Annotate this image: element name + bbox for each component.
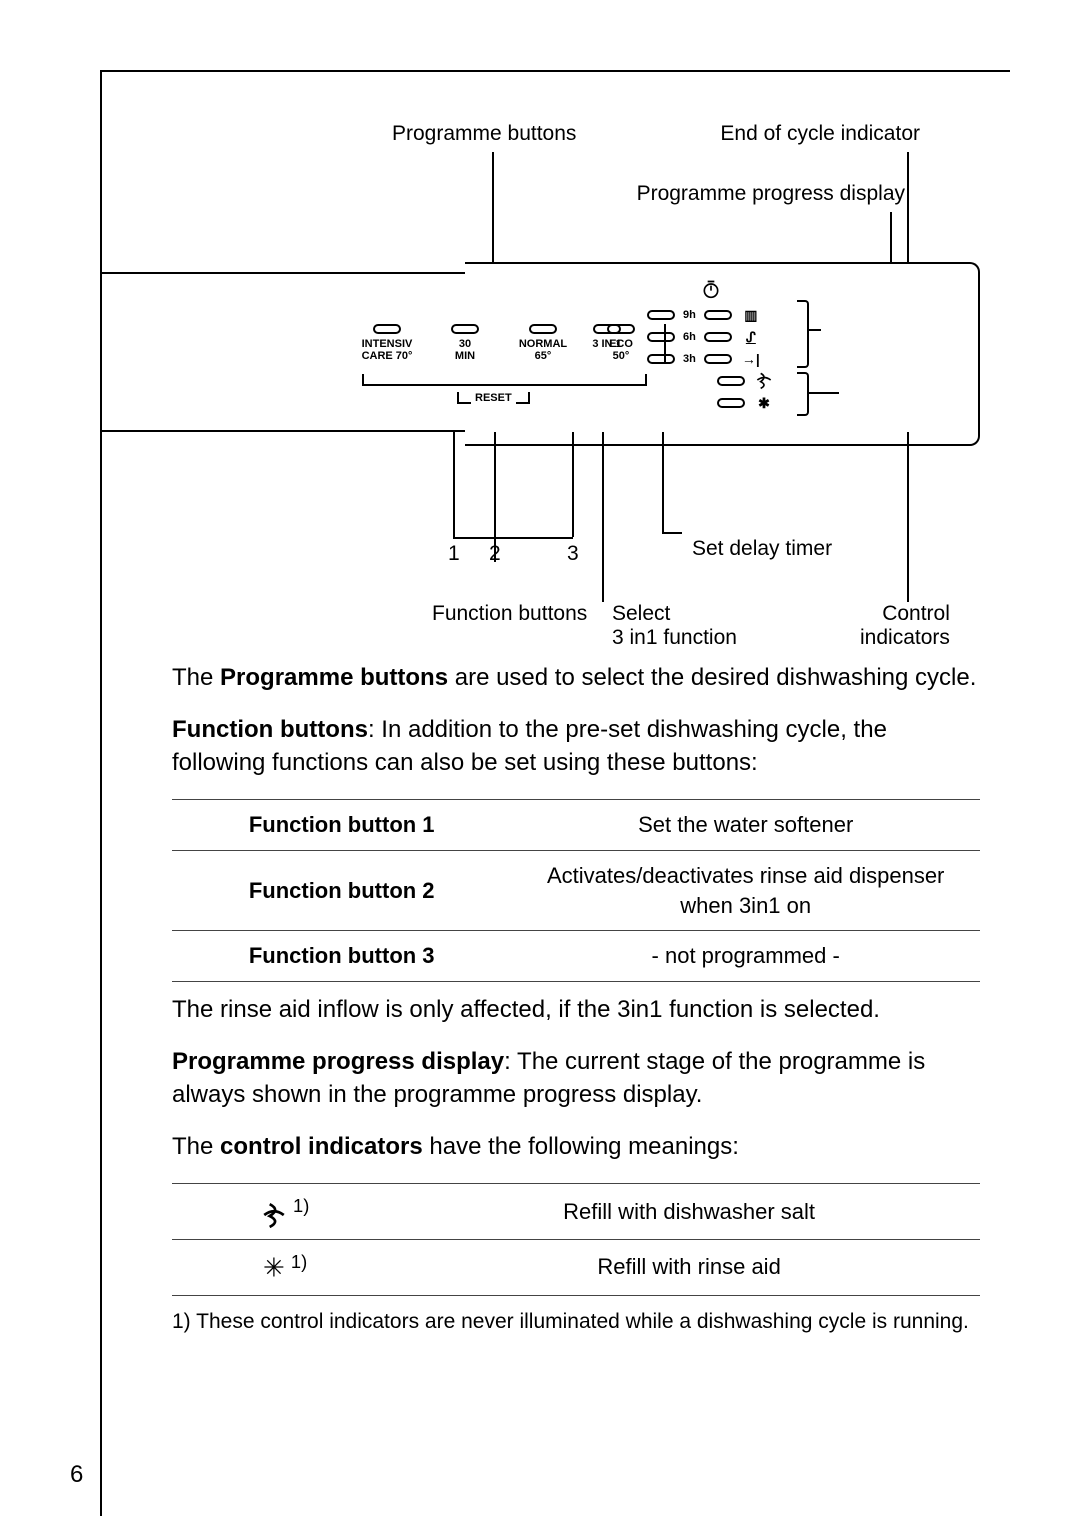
snow-icon: ✳ xyxy=(263,1252,285,1282)
text: have the following meanings: xyxy=(423,1133,739,1160)
table-row: Function button 3 - not programmed - xyxy=(172,931,980,982)
reset-label: RESET xyxy=(475,392,512,404)
footnote-ref: 1) xyxy=(293,1195,309,1216)
bold-text: Programme progress display xyxy=(172,1048,504,1075)
prog-label: NORMAL xyxy=(519,338,567,350)
footnote-ref: 1) xyxy=(291,1251,307,1272)
fn-number: 1 xyxy=(448,542,460,566)
button-pill-icon xyxy=(451,324,479,334)
arrow-icon: →| xyxy=(740,351,762,367)
steam-icon: ᔑ xyxy=(740,329,762,346)
prog-btn-normal: NORMAL 65° xyxy=(513,324,573,362)
text: are used to select the desired dishwashi… xyxy=(448,664,976,691)
prog-label: INTENSIV xyxy=(362,338,413,350)
prog-sublabel: CARE 70° xyxy=(362,350,413,362)
prog-btn-3in1: 3 IN 1 xyxy=(577,324,637,350)
label-function-buttons: Function buttons xyxy=(432,602,587,626)
indicator-desc: Refill with dishwasher salt xyxy=(398,1184,980,1239)
button-pill-icon xyxy=(373,324,401,334)
delay-label: 6h xyxy=(683,331,696,343)
salt-icon xyxy=(261,1201,293,1226)
bars-icon: ▥ xyxy=(740,307,762,324)
fn-desc: Activates/deactivates rinse aid dispense… xyxy=(511,850,980,930)
indicator-icon-cell: 1) xyxy=(172,1184,398,1239)
label-programme-buttons: Programme buttons xyxy=(392,122,576,146)
text: The xyxy=(172,1133,220,1160)
footnote: 1) These control indicators are never il… xyxy=(172,1308,980,1336)
paragraph-programme-buttons: The Programme buttons are used to select… xyxy=(172,662,980,694)
fn-name: Function button 2 xyxy=(172,850,511,930)
function-button-table: Function button 1 Set the water softener… xyxy=(172,799,980,982)
indicator-column: 9h ▥ 6h ᔑ 3h →| ✱ xyxy=(647,279,775,414)
delay-label: 3h xyxy=(683,353,696,365)
table-row: Function button 1 Set the water softener xyxy=(172,800,980,851)
salt-icon xyxy=(753,370,775,393)
label-control-indicators: Control indicators xyxy=(860,602,950,650)
page-number: 6 xyxy=(70,1461,83,1489)
paragraph-progress-display: Programme progress display: The current … xyxy=(172,1046,980,1111)
prog-sublabel: 50° xyxy=(613,350,630,362)
button-pill-icon xyxy=(593,324,621,334)
delay-label: 9h xyxy=(683,309,696,321)
table-row: 1) Refill with dishwasher salt xyxy=(172,1184,980,1239)
button-pill-icon xyxy=(529,324,557,334)
paragraph-function-buttons: Function buttons: In addition to the pre… xyxy=(172,714,980,779)
prog-sublabel: 65° xyxy=(535,350,552,362)
fn-desc: - not programmed - xyxy=(511,931,980,982)
bold-text: Function buttons xyxy=(172,716,368,743)
bold-text: control indicators xyxy=(220,1133,423,1160)
fn-number: 3 xyxy=(567,542,579,566)
paragraph-control-indicators: The control indicators have the followin… xyxy=(172,1131,980,1163)
fn-number: 2 xyxy=(489,542,501,566)
prog-btn-intensiv: INTENSIV CARE 70° xyxy=(357,324,417,362)
indicator-desc: Refill with rinse aid xyxy=(398,1239,980,1295)
prog-label: 30 xyxy=(459,338,471,350)
label-progress-display: Programme progress display xyxy=(637,182,905,206)
table-row: Function button 2 Activates/deactivates … xyxy=(172,850,980,930)
label-select-3in1: Select 3 in1 function xyxy=(612,602,737,650)
prog-btn-30min: 30 MIN xyxy=(435,324,495,362)
indicator-icon-cell: ✳ 1) xyxy=(172,1239,398,1295)
clock-icon xyxy=(701,290,721,302)
control-panel-diagram: Programme buttons End of cycle indicator… xyxy=(172,122,980,662)
label-set-delay: Set delay timer xyxy=(692,537,832,561)
text: The xyxy=(172,664,220,691)
fn-desc: Set the water softener xyxy=(511,800,980,851)
bold-text: Programme buttons xyxy=(220,664,448,691)
paragraph-rinse-aid: The rinse aid inflow is only affected, i… xyxy=(172,994,980,1026)
prog-label: 3 IN 1 xyxy=(592,338,621,350)
label-end-of-cycle: End of cycle indicator xyxy=(720,122,920,146)
table-row: ✳ 1) Refill with rinse aid xyxy=(172,1239,980,1295)
fn-name: Function button 3 xyxy=(172,931,511,982)
prog-sublabel: MIN xyxy=(455,350,475,362)
fn-name: Function button 1 xyxy=(172,800,511,851)
snow-icon: ✱ xyxy=(753,395,775,412)
indicator-table: 1) Refill with dishwasher salt ✳ 1) Refi… xyxy=(172,1183,980,1295)
